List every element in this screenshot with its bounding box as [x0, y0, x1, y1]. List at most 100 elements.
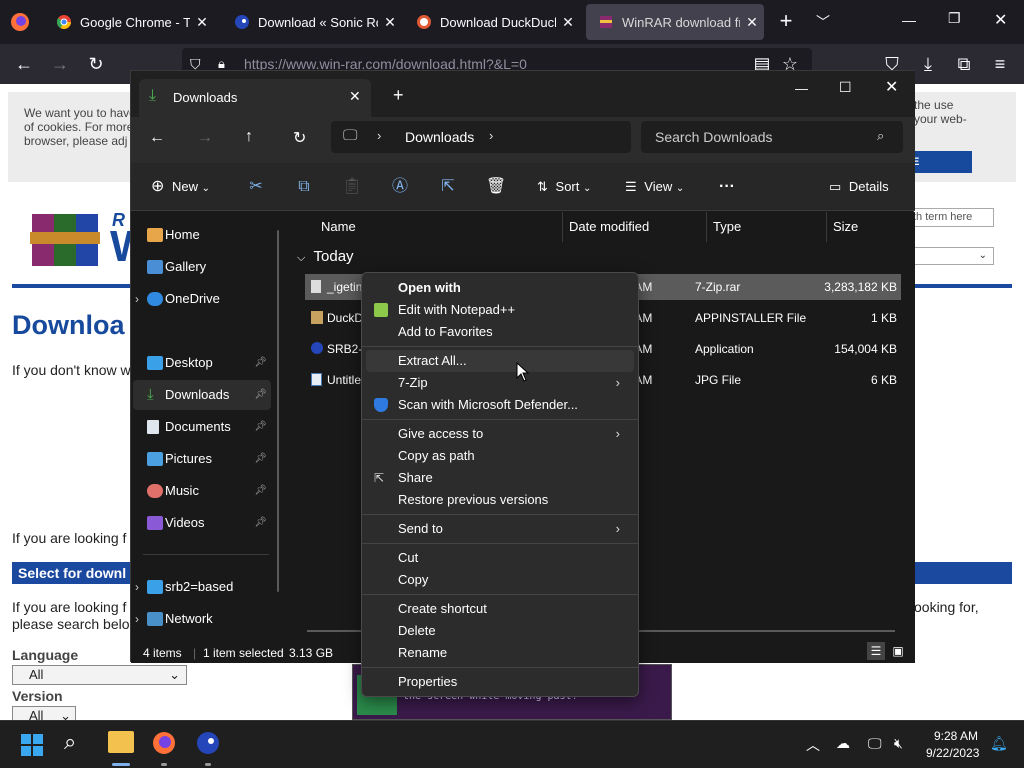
share-icon[interactable]: ⇱ — [433, 163, 463, 211]
forward-icon[interactable]: → — [197, 129, 213, 147]
reload-icon[interactable]: ↻ — [82, 50, 110, 78]
refresh-icon[interactable]: ↻ — [293, 128, 306, 148]
sonic-icon[interactable] — [196, 731, 220, 755]
menu-item-7zip[interactable]: 7-Zip › — [366, 372, 634, 394]
forward-icon[interactable]: → — [46, 50, 74, 78]
browser-tab-sonic[interactable]: Download « Sonic Robo ✕ — [222, 0, 402, 44]
paste-icon[interactable]: 📋︎ — [337, 163, 367, 211]
cut-icon[interactable]: ✂ — [241, 163, 271, 211]
nav-item-desktop[interactable]: Desktop 📌︎ — [133, 348, 271, 378]
volume-muted-icon[interactable]: 🔇︎ — [894, 735, 903, 752]
menu-item-send-to[interactable]: Send to › — [366, 518, 634, 540]
notification-bell-icon[interactable]: 🔔︎ — [990, 735, 1008, 752]
menu-item-extract-all[interactable]: Extract All... — [366, 350, 634, 372]
menu-item-cut[interactable]: Cut — [366, 547, 634, 569]
column-header-size[interactable]: Size — [827, 212, 907, 242]
explorer-tab-downloads[interactable]: ⤓ Downloads ✕ — [139, 79, 371, 117]
pin-icon[interactable]: 📌︎ — [254, 380, 267, 410]
menu-item-delete[interactable]: Delete — [366, 620, 634, 642]
view-button[interactable]: ☰ View ⌄ — [625, 163, 684, 211]
pin-icon[interactable]: 📌︎ — [254, 412, 267, 442]
pin-icon[interactable]: 📌︎ — [254, 508, 267, 538]
clock-time[interactable]: 9:28 AM — [934, 729, 978, 743]
menu-item-share[interactable]: ⇱ Share — [366, 467, 634, 489]
close-icon[interactable]: ✕ — [378, 14, 402, 31]
rename-icon[interactable]: Ⓐ — [385, 163, 415, 211]
nav-item-network[interactable]: › Network — [133, 604, 271, 634]
nav-item-home[interactable]: Home — [133, 220, 271, 250]
sort-button[interactable]: ⇅ Sort ⌄ — [537, 163, 591, 211]
windows-start-icon[interactable] — [20, 733, 44, 757]
menu-item-give-access[interactable]: Give access to › — [366, 423, 634, 445]
chevron-up-icon[interactable]: ︿ — [806, 735, 820, 755]
file-explorer-icon[interactable] — [108, 731, 134, 753]
new-button[interactable]: ⊕ New ⌄ — [151, 163, 210, 211]
tiles-view-icon[interactable]: ▣ — [889, 642, 907, 660]
nav-item-this-pc[interactable]: › srb2=based — [133, 572, 271, 602]
close-icon[interactable]: ✕ — [740, 14, 764, 31]
nav-item-downloads[interactable]: ⤓ Downloads 📌︎ — [133, 380, 271, 410]
column-header-type[interactable]: Type — [707, 212, 827, 242]
nav-item-music[interactable]: Music 📌︎ — [133, 476, 271, 506]
menu-icon[interactable]: ≡ — [986, 50, 1014, 78]
close-icon[interactable]: ✕ — [190, 14, 214, 31]
breadcrumb[interactable]: 🖵︎ › Downloads › — [331, 121, 631, 153]
onedrive-icon[interactable]: ☁ — [836, 735, 850, 752]
minimize-icon[interactable]: — — [795, 81, 808, 96]
up-icon[interactable]: ↑ — [245, 128, 253, 146]
group-header-today[interactable]: ⌵ Today — [297, 248, 354, 265]
search-icon[interactable]: ⌕ — [64, 729, 76, 755]
version-select[interactable]: All ⌄ — [12, 706, 76, 720]
menu-item-restore-versions[interactable]: Restore previous versions — [366, 489, 634, 511]
pin-icon[interactable]: 📌︎ — [254, 348, 267, 378]
nav-item-pictures[interactable]: Pictures 📌︎ — [133, 444, 271, 474]
back-icon[interactable]: ← — [149, 129, 165, 147]
menu-item-notepadpp[interactable]: Edit with Notepad++ — [366, 299, 634, 321]
browser-tab-winrar[interactable]: WinRAR download free ✕ — [586, 4, 764, 40]
breadcrumb-downloads[interactable]: Downloads — [405, 129, 474, 145]
nav-item-onedrive[interactable]: › OneDrive — [133, 284, 271, 314]
pin-icon[interactable]: 📌︎ — [254, 444, 267, 474]
close-icon[interactable]: ✕ — [349, 88, 361, 105]
close-icon[interactable]: ✕ — [556, 14, 580, 31]
extensions-icon[interactable]: ⧉ — [950, 50, 978, 78]
language-select[interactable]: All ⌄ — [12, 665, 187, 685]
new-tab-button[interactable]: + — [393, 85, 404, 106]
menu-item-defender[interactable]: Scan with Microsoft Defender... — [366, 394, 634, 416]
menu-item-copy-path[interactable]: Copy as path — [366, 445, 634, 467]
menu-item-create-shortcut[interactable]: Create shortcut — [366, 598, 634, 620]
minimize-icon[interactable]: — — [902, 12, 916, 28]
column-header-name[interactable]: Name — [315, 212, 563, 242]
nav-scrollbar[interactable] — [277, 230, 279, 592]
menu-item-copy[interactable]: Copy — [366, 569, 634, 591]
menu-item-properties[interactable]: Properties — [366, 671, 634, 693]
restore-icon[interactable]: ❐ — [948, 10, 961, 27]
menu-item-open-with[interactable]: Open with — [366, 277, 634, 299]
firefox-icon[interactable] — [10, 12, 30, 32]
details-view-icon[interactable]: ☰ — [867, 642, 885, 660]
download-icon[interactable]: ⤓ — [914, 50, 942, 78]
chevron-down-icon[interactable]: ﹀ — [816, 12, 830, 32]
delete-icon[interactable]: 🗑︎ — [481, 163, 511, 211]
column-header-date[interactable]: Date modified — [563, 212, 707, 242]
clock-date[interactable]: 9/22/2023 — [926, 746, 979, 760]
firefox-icon[interactable] — [152, 731, 176, 755]
browser-tab-duckduckgo[interactable]: Download DuckDuckGo ✕ — [404, 0, 580, 44]
browser-tab-chrome[interactable]: Google Chrome - The F ✕ — [44, 0, 214, 44]
details-button[interactable]: ▭ Details — [829, 163, 889, 211]
search-box[interactable]: Search Downloads ⌕ — [641, 121, 903, 153]
back-icon[interactable]: ← — [10, 50, 38, 78]
new-tab-button[interactable]: + — [774, 10, 798, 32]
close-icon[interactable]: ✕ — [885, 77, 898, 97]
menu-item-rename[interactable]: Rename — [366, 642, 634, 664]
nav-item-gallery[interactable]: Gallery — [133, 252, 271, 282]
display-icon[interactable]: 🖵︎ — [868, 735, 882, 752]
nav-item-documents[interactable]: Documents 📌︎ — [133, 412, 271, 442]
pin-icon[interactable]: 📌︎ — [254, 476, 267, 506]
copy-icon[interactable]: ⧉ — [289, 163, 319, 211]
more-options-button[interactable]: ··· — [719, 163, 735, 211]
maximize-icon[interactable]: ☐ — [839, 79, 852, 96]
nav-item-videos[interactable]: Videos 📌︎ — [133, 508, 271, 538]
menu-item-add-favorites[interactable]: Add to Favorites — [366, 321, 634, 343]
close-icon[interactable]: ✕ — [994, 10, 1007, 30]
